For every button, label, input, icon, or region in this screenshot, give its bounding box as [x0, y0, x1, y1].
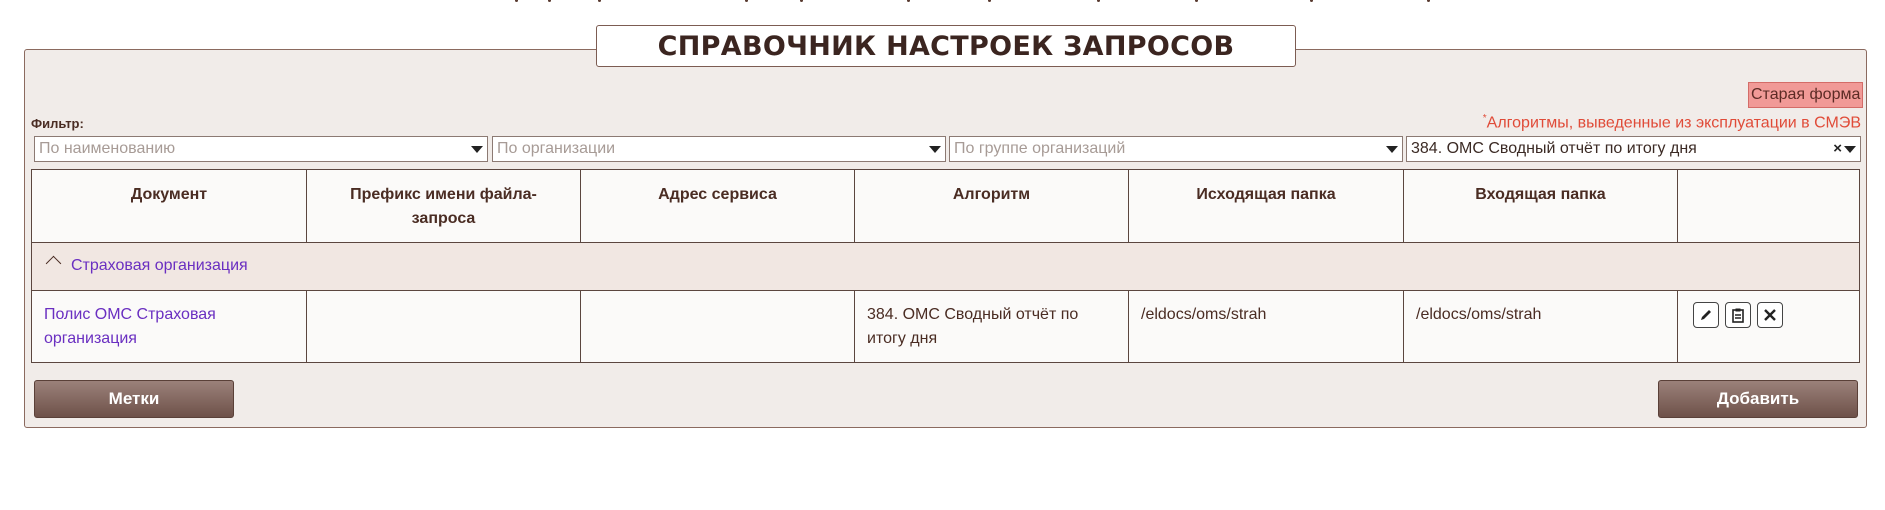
edit-icon	[1701, 310, 1711, 320]
filter-by-name-select[interactable]: По наименованию	[34, 136, 488, 162]
filter-by-algorithm-select[interactable]: 384. ОМС Сводный отчёт по итогу дня ×	[1406, 136, 1861, 162]
old-form-button[interactable]: Старая форма	[1748, 82, 1864, 108]
settings-table: Документ Префикс имени файла-запроса Адр…	[31, 169, 1860, 363]
column-header-actions	[1678, 170, 1859, 242]
decommissioned-note: *Алгоритмы, выведенные из эксплуатации в…	[1483, 113, 1861, 132]
algorithm-cell: 384. ОМС Сводный отчёт по итогу дня	[855, 291, 1129, 362]
group-row[interactable]: Страховая организация	[32, 242, 1859, 291]
add-button[interactable]: Добавить	[1658, 380, 1858, 418]
chevron-down-icon[interactable]	[1844, 146, 1856, 153]
clear-icon[interactable]: ×	[1833, 137, 1842, 161]
column-header-prefix[interactable]: Префикс имени файла-запроса	[307, 170, 581, 242]
out-folder-cell: /eldocs/oms/strah	[1129, 291, 1404, 362]
copy-button[interactable]	[1725, 302, 1751, 328]
page-title: СПРАВОЧНИК НАСТРОЕК ЗАПРОСОВ	[596, 25, 1296, 67]
column-header-out-folder[interactable]: Исходящая папка	[1129, 170, 1404, 242]
filter-by-algorithm-value: 384. ОМС Сводный отчёт по итогу дня	[1411, 140, 1697, 157]
chevron-down-icon	[1386, 146, 1398, 153]
filter-by-org-group-placeholder: По группе организаций	[954, 140, 1126, 157]
chevron-down-icon	[929, 146, 941, 153]
document-link[interactable]: Полис ОМС Страховая организация	[32, 291, 307, 362]
filter-by-org-group-select[interactable]: По группе организаций	[949, 136, 1403, 162]
delete-button[interactable]	[1757, 302, 1783, 328]
chevron-up-icon[interactable]	[45, 255, 62, 272]
clipboard-icon	[1732, 308, 1744, 323]
in-folder-cell: /eldocs/oms/strah	[1404, 291, 1678, 362]
group-label[interactable]: Страховая организация	[71, 257, 248, 275]
column-header-service-address[interactable]: Адрес сервиса	[581, 170, 855, 242]
filter-label: Фильтр:	[31, 116, 84, 131]
column-header-document[interactable]: Документ	[32, 170, 307, 242]
filter-by-org-select[interactable]: По организации	[492, 136, 946, 162]
prefix-cell	[307, 291, 581, 362]
top-clipped-content	[0, 0, 1885, 6]
column-header-in-folder[interactable]: Входящая папка	[1404, 170, 1678, 242]
delete-icon	[1764, 309, 1776, 321]
tags-button[interactable]: Метки	[34, 380, 234, 418]
chevron-down-icon	[471, 146, 483, 153]
edit-button[interactable]	[1693, 302, 1719, 328]
column-header-algorithm[interactable]: Алгоритм	[855, 170, 1129, 242]
note-text: Алгоритмы, выведенные из эксплуатации в …	[1486, 114, 1861, 132]
filter-by-org-placeholder: По организации	[497, 140, 616, 157]
filter-by-name-placeholder: По наименованию	[39, 140, 176, 157]
service-address-cell	[581, 291, 855, 362]
